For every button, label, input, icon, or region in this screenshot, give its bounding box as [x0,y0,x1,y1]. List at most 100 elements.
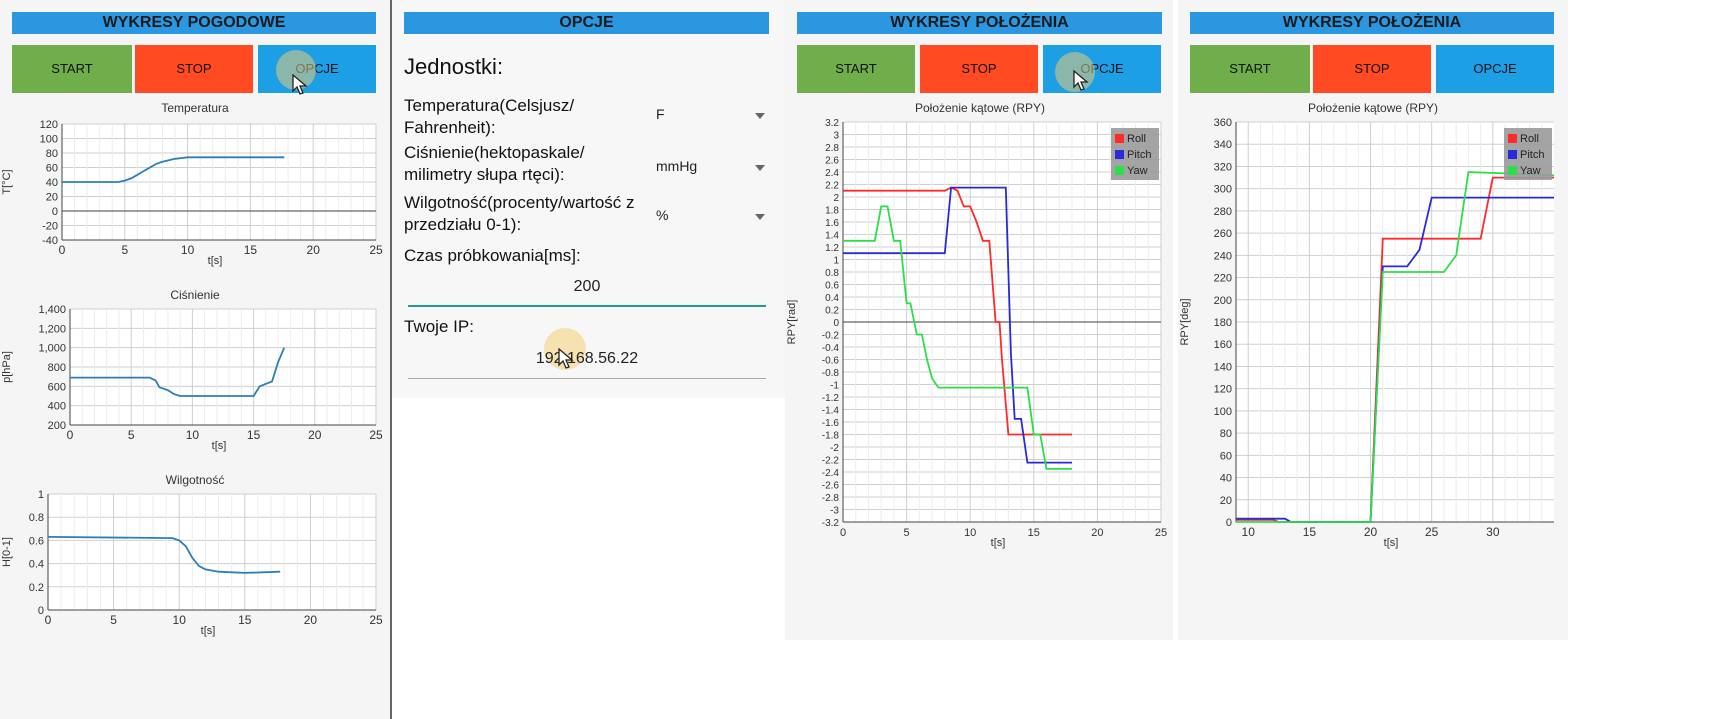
y-tick-label: 0 [1226,517,1232,529]
legend-label: Pitch [1520,149,1544,161]
y-tick-label: 80 [46,148,58,160]
y-tick-label: 1,000 [38,343,66,355]
panel-header: WYKRESY POŁOŻENIA [1190,12,1554,34]
y-tick-label: 1.8 [825,206,839,217]
x-tick-label: 0 [67,428,74,442]
y-tick-label: 200 [1214,295,1232,307]
cursor-icon [558,348,574,369]
y-tick-label: 320 [1214,161,1232,173]
options-panel: OPCJE Jednostki: Temperatura(Celsjusz/ F… [392,0,785,398]
chart-title: Temperatura [161,101,229,115]
x-tick-label: 15 [244,243,258,257]
y-tick-label: 2 [833,193,839,204]
pressure-unit-select[interactable]: mmHg [656,158,697,174]
y-tick-label: 300 [1214,184,1232,196]
position-panel-deg: WYKRESY POŁOŻENIA START STOP OPCJE Położ… [1178,0,1568,640]
y-tick-label: 2.8 [825,143,839,154]
x-axis-label: t[s] [208,255,223,267]
y-tick-label: 0 [833,318,839,329]
x-tick-label: 10 [181,243,195,257]
y-tick-label: 120 [40,119,58,131]
x-tick-label: 25 [1425,525,1439,539]
x-tick-label: 5 [904,527,910,539]
stop-button[interactable]: STOP [135,45,253,93]
ip-input[interactable]: 192.168.56.22 [412,350,762,368]
y-tick-label: -2 [830,443,839,454]
y-tick-label: 1 [833,256,839,267]
y-tick-label: -1.8 [822,431,840,442]
y-tick-label: 2.2 [825,181,839,192]
sampling-input[interactable]: 200 [412,278,762,296]
start-button[interactable]: START [12,45,132,93]
x-tick-label: 15 [238,613,252,627]
y-tick-label: 160 [1214,339,1232,351]
start-button[interactable]: START [1190,45,1310,93]
y-tick-label: 60 [1220,450,1232,462]
x-tick-label: 25 [369,243,383,257]
cursor-icon [1073,70,1089,91]
y-tick-label: 0.4 [29,559,44,571]
chart-title: Położenie kątowe (RPY) [1308,101,1438,115]
legend-label: Roll [1520,133,1539,145]
legend-swatch [1115,166,1124,175]
rpy-rad-chart: Położenie kątowe (RPY) -3.2-3 -2.8-2.6 -2.4… [786,101,1167,549]
y-tick-label: 3 [833,131,839,142]
y-tick-label: -2.4 [822,468,840,479]
legend-swatch [1508,150,1517,159]
x-tick-label: 0 [45,613,52,627]
temperature-unit-select[interactable]: F [656,106,665,122]
y-tick-label: 220 [1214,273,1232,285]
y-axis-label: RPY[deg] [1179,298,1191,345]
y-axis-label: H[0-1] [1,537,13,567]
y-axis-label: RPY[rad] [786,300,798,345]
humidity-chart: Wilgotność00.20.40.60.810 5 10 15 20 25t[s]H[… [1,473,383,637]
x-tick-label: 0 [840,527,846,539]
y-tick-label: -1 [830,381,839,392]
stop-button[interactable]: STOP [920,45,1038,93]
y-tick-label: 240 [1214,250,1232,262]
y-tick-label: -0.8 [822,368,840,379]
y-tick-label: 600 [48,381,66,393]
chevron-down-icon [755,214,765,220]
y-tick-label: -0.6 [822,356,840,367]
y-tick-label: 140 [1214,361,1232,373]
y-tick-label: -3.2 [822,518,840,529]
sampling-input-underline [408,305,766,307]
y-tick-label: 180 [1214,317,1232,329]
y-tick-label: 40 [46,177,58,189]
y-tick-label: 400 [48,401,66,413]
y-tick-label: 0 [38,605,44,617]
y-tick-label: 340 [1214,139,1232,151]
humidity-unit-select[interactable]: % [656,207,668,223]
y-tick-label: 280 [1214,206,1232,218]
x-axis-label: t[s] [212,440,227,452]
y-tick-label: 1.4 [825,231,839,242]
options-button[interactable]: OPCJE [1436,45,1554,93]
temperature-label: Temperatura(Celsjusz/ Fahrenheit): [404,96,575,137]
y-tick-label: 800 [48,362,66,374]
stop-button[interactable]: STOP [1313,45,1431,93]
y-tick-label: 1,200 [38,323,66,335]
x-tick-label: 20 [1091,527,1103,539]
y-tick-label: -0.4 [822,343,840,354]
ip-input-underline [408,378,766,379]
x-tick-label: 10 [173,613,187,627]
y-tick-label: 3.2 [825,118,839,129]
x-tick-label: 10 [964,527,976,539]
y-tick-label: 1,400 [38,304,66,316]
y-tick-label: 100 [1214,406,1232,418]
chart-title: Wilgotność [166,473,225,487]
chevron-down-icon [755,165,765,171]
x-tick-label: 10 [1242,525,1256,539]
y-tick-label: 80 [1220,428,1232,440]
y-tick-label: 0.2 [29,582,44,594]
start-button[interactable]: START [797,45,915,93]
rpy-deg-chart: Położenie kątowe (RPY) 0 20 40 60 80 100 120 140… [1179,101,1555,549]
y-tick-label: 2.4 [825,168,839,179]
weather-panel: WYKRESY POGODOWE START STOP OPCJE Temper… [0,0,390,719]
y-tick-label: -1.4 [822,406,840,417]
x-tick-label: 15 [1028,527,1040,539]
x-tick-label: 20 [1364,525,1378,539]
y-tick-label: 0 [52,206,58,218]
x-tick-label: 30 [1486,525,1500,539]
